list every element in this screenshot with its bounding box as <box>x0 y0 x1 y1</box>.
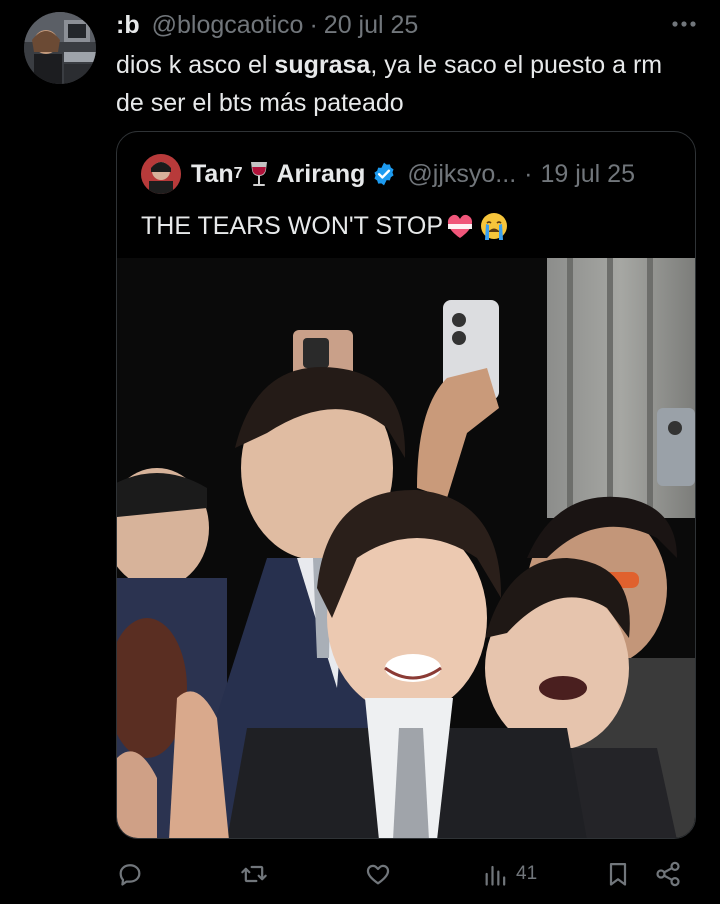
author-handle[interactable]: @blogcaotico <box>152 11 304 40</box>
like-button[interactable] <box>364 852 392 896</box>
bookmark-icon <box>609 862 627 886</box>
quoted-author-name[interactable]: Tan 7 Arirang <box>191 160 365 189</box>
quoted-name-suffix: Arirang <box>276 159 366 188</box>
like-icon <box>366 864 390 885</box>
quoted-tweet-date[interactable]: 19 jul 25 <box>540 160 635 189</box>
share-icon <box>656 861 680 887</box>
mending-heart-icon <box>447 214 473 238</box>
quoted-tweet[interactable]: Tan 7 Arirang @jjksyo... · 19 jul 25 THE … <box>116 131 696 839</box>
quoted-tweet-header: Tan 7 Arirang @jjksyo... · 19 jul 25 <box>141 154 635 194</box>
tweet[interactable]: :b @blogcaotico · 20 jul 25 dios k asco … <box>0 0 720 904</box>
action-bar: 41 <box>116 852 696 896</box>
retweet-icon <box>241 865 267 883</box>
retweet-button[interactable] <box>240 852 268 896</box>
verified-badge-icon[interactable] <box>371 161 397 187</box>
author-avatar[interactable] <box>24 12 96 84</box>
separator-dot: · <box>309 10 318 39</box>
author-name[interactable]: :b <box>116 11 140 40</box>
tweet-date[interactable]: 20 jul 25 <box>324 11 419 40</box>
quoted-tweet-text: THE TEARS WON'T STOP <box>141 206 509 246</box>
tweet-header: :b @blogcaotico · 20 jul 25 <box>116 8 418 42</box>
quoted-separator-dot: · <box>524 159 533 188</box>
tweet-text-start: dios k asco el <box>116 51 275 79</box>
quoted-author-avatar[interactable] <box>141 154 181 194</box>
quoted-author-handle[interactable]: @jjksyo... <box>407 160 516 189</box>
views-button[interactable]: 41 <box>482 852 537 896</box>
tweet-text-bold: sugrasa <box>274 51 371 79</box>
views-count: 41 <box>516 863 538 884</box>
bookmark-button[interactable] <box>604 852 632 896</box>
reply-icon <box>119 864 141 886</box>
quoted-text: THE TEARS WON'T STOP <box>141 212 444 240</box>
more-icon[interactable] <box>670 10 698 38</box>
wine-glass-icon <box>250 162 267 186</box>
quoted-tweet-photo[interactable] <box>117 258 695 838</box>
crying-face-icon <box>481 213 508 240</box>
tweet-text: dios k asco el sugrasa, ya le saco el pu… <box>116 46 696 122</box>
share-button[interactable] <box>654 852 682 896</box>
reply-button[interactable] <box>116 852 144 896</box>
quoted-name-prefix: Tan <box>191 159 234 188</box>
views-icon <box>485 865 506 886</box>
